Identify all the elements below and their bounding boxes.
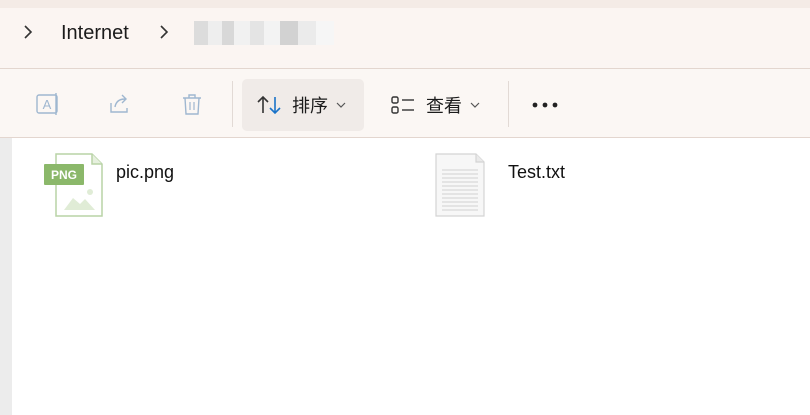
rename-icon[interactable]: A	[35, 91, 61, 117]
view-icon	[390, 93, 416, 117]
breadcrumb-current-folder-redacted[interactable]	[194, 21, 334, 45]
trash-icon[interactable]	[179, 91, 205, 117]
text-file-icon	[432, 152, 496, 218]
file-item-test-txt[interactable]: Test.txt	[432, 152, 565, 222]
chevron-right-icon[interactable]	[18, 22, 38, 42]
sort-label: 排序	[292, 96, 328, 117]
more-options-icon[interactable]	[522, 89, 568, 121]
toolbar-divider	[232, 81, 233, 127]
breadcrumb-internet[interactable]: Internet	[61, 20, 129, 46]
navigation-pane-edge[interactable]	[0, 138, 12, 415]
address-bar: Internet	[0, 0, 810, 69]
svg-text:A: A	[43, 97, 52, 112]
file-name: Test.txt	[508, 162, 566, 182]
title-strip	[0, 0, 810, 8]
command-bar: A 排序 查看	[0, 69, 810, 138]
file-name: pic.png	[116, 162, 175, 182]
chevron-right-icon[interactable]	[154, 22, 174, 42]
chevron-down-icon	[336, 101, 346, 109]
png-file-icon: PNG	[40, 152, 104, 218]
share-icon[interactable]	[107, 91, 133, 117]
view-label: 查看	[426, 96, 462, 117]
toolbar-divider	[508, 81, 509, 127]
view-button[interactable]: 查看	[376, 79, 498, 131]
sort-button[interactable]: 排序	[242, 79, 364, 131]
file-item-pic-png[interactable]: PNG pic.png	[40, 152, 174, 222]
png-type-badge: PNG	[50, 167, 77, 182]
file-list: PNG pic.png Test.txt	[12, 138, 810, 415]
chevron-down-icon	[470, 101, 480, 109]
sort-icon	[256, 93, 282, 117]
